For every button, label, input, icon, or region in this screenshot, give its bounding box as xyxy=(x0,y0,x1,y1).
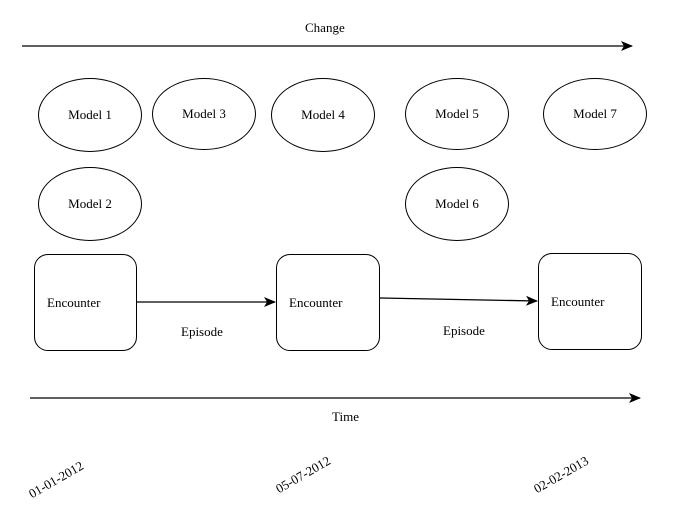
encounter-1-node[interactable]: Encounter xyxy=(34,254,137,351)
model-7-label: Model 7 xyxy=(573,106,617,121)
episode-arrow-2 xyxy=(379,295,538,306)
model-3-node[interactable]: Model 3 xyxy=(152,78,256,150)
encounter-1-label: Encounter xyxy=(47,294,101,310)
encounter-3-node[interactable]: Encounter xyxy=(538,253,642,350)
model-2-label: Model 2 xyxy=(68,196,112,211)
encounter-2-label: Encounter xyxy=(289,294,343,310)
model-6-node[interactable]: Model 6 xyxy=(405,167,509,241)
episode-2-label: Episode xyxy=(443,323,485,338)
model-3-label: Model 3 xyxy=(182,106,226,121)
model-7-node[interactable]: Model 7 xyxy=(543,78,647,150)
encounter-3-label: Encounter xyxy=(551,293,605,309)
model-4-label: Model 4 xyxy=(301,107,345,122)
change-axis-label: Change xyxy=(305,20,345,35)
time-axis-label: Time xyxy=(332,409,359,424)
model-6-label: Model 6 xyxy=(435,196,479,211)
model-5-label: Model 5 xyxy=(435,106,479,121)
model-2-node[interactable]: Model 2 xyxy=(38,167,142,241)
encounter-2-node[interactable]: Encounter xyxy=(276,254,380,351)
model-1-node[interactable]: Model 1 xyxy=(38,78,142,152)
episode-1-label: Episode xyxy=(181,324,223,339)
model-1-label: Model 1 xyxy=(68,107,112,122)
model-4-node[interactable]: Model 4 xyxy=(271,78,375,152)
model-5-node[interactable]: Model 5 xyxy=(405,78,509,150)
